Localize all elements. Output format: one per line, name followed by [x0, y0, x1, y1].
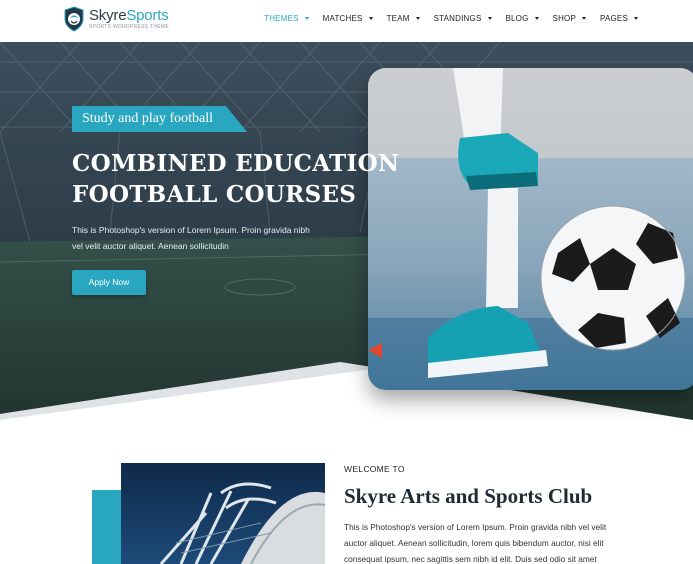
hero-section: Study and play football COMBINED EDUCATI… — [0, 42, 693, 420]
nav-item-shop[interactable]: SHOP — [553, 14, 587, 23]
site-header: SkyreSports SPORTS WORDPRESS THEME THEME… — [0, 0, 693, 42]
logo[interactable]: SkyreSports SPORTS WORDPRESS THEME — [63, 6, 169, 32]
chevron-down-icon — [487, 17, 492, 20]
nav-item-blog[interactable]: BLOG — [506, 14, 539, 23]
about-title: Skyre Arts and Sports Club — [344, 484, 593, 508]
chevron-down-icon — [634, 17, 638, 20]
chevron-down-icon — [582, 17, 587, 20]
hero-title: COMBINED EDUCATION FOOTBALL COURSES — [72, 150, 400, 208]
brand-name: SkyreSports — [89, 7, 169, 24]
chevron-down-icon — [304, 17, 309, 20]
about-kicker: WELCOME TO — [344, 464, 405, 474]
brand-tagline: SPORTS WORDPRESS THEME — [89, 24, 170, 30]
chevron-down-icon — [534, 17, 539, 20]
arts-building-image — [121, 463, 325, 564]
hero-tag: Study and play football — [72, 106, 248, 132]
nav-item-standings[interactable]: STANDINGS — [434, 14, 492, 23]
architecture-illustration — [121, 463, 325, 564]
shield-logo-icon — [64, 6, 84, 32]
about-accent-block — [92, 490, 121, 564]
nav-item-themes[interactable]: THEMES — [264, 14, 309, 23]
football-player-image — [368, 68, 693, 390]
nav-item-pages[interactable]: PAGES — [600, 14, 638, 23]
chevron-down-icon — [415, 17, 420, 20]
soccer-ball-photo-illustration — [368, 68, 693, 390]
main-nav: THEMES MATCHES TEAM STANDINGS BLOG SHOP … — [250, 14, 638, 23]
nav-item-matches[interactable]: MATCHES — [323, 14, 373, 23]
nav-item-team[interactable]: TEAM — [387, 14, 420, 23]
hero-description: This is Photoshop's version of Lorem Ips… — [72, 225, 310, 251]
about-description: This is Photoshop's version of Lorem Ips… — [344, 522, 607, 564]
chevron-down-icon — [368, 17, 373, 20]
apply-now-button[interactable]: Apply Now — [72, 270, 146, 295]
